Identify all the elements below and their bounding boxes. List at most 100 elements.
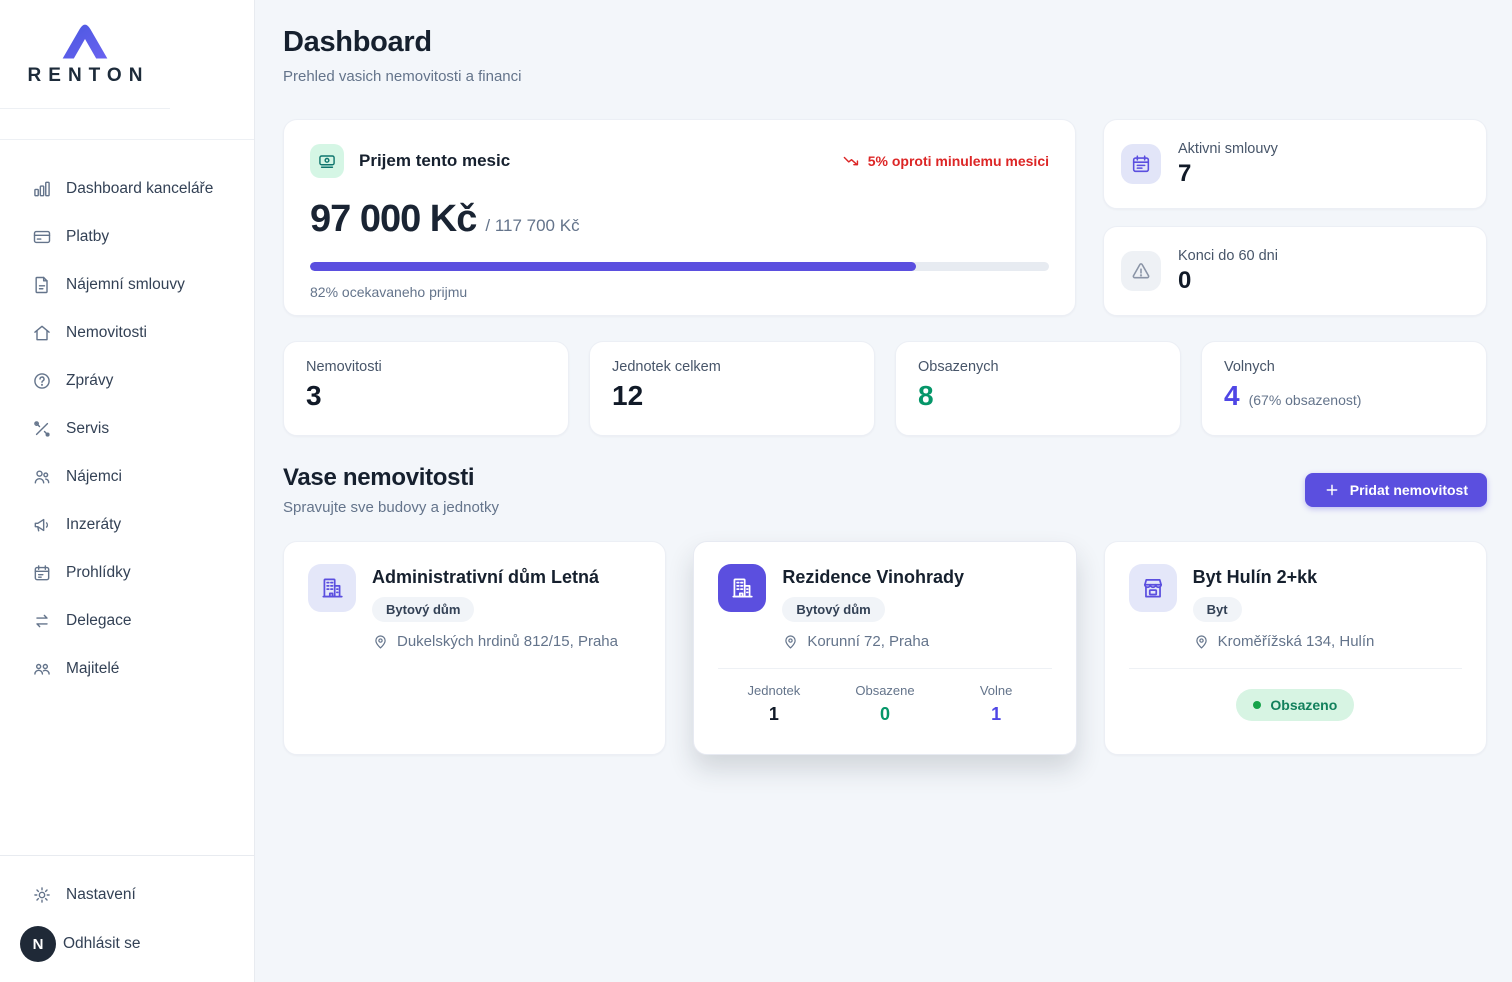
income-amount: 97 000 Kč — [310, 198, 476, 241]
sidebar-item-label: Majitelé — [66, 660, 119, 678]
plus-icon — [1324, 482, 1340, 498]
megaphone-icon — [32, 515, 52, 535]
property-address: Kroměřížská 134, Hulín — [1218, 633, 1375, 650]
sidebar-item-najemni-smlouvy[interactable]: Nájemní smlouvy — [0, 261, 254, 309]
property-name: Byt Hulín 2+kk — [1193, 567, 1375, 588]
sidebar-item-label: Prohlídky — [66, 564, 131, 582]
sidebar-item-nemovitosti[interactable]: Nemovitosti — [0, 309, 254, 357]
status-dot-icon — [1253, 701, 1261, 709]
mini-card-value: 0 — [1178, 267, 1278, 295]
sidebar-footer: Nastavení N Odhlásit se — [0, 855, 254, 982]
brand-logo[interactable]: RENTON — [0, 0, 170, 109]
sidebar-item-label: Delegace — [66, 612, 132, 630]
property-stat-label: Volne — [941, 683, 1052, 698]
property-card-vinohrady[interactable]: Rezidence Vinohrady Bytový dům Korunní 7… — [693, 541, 1076, 755]
property-cards-row: Administrativní dům Letná Bytový dům Duk… — [283, 541, 1487, 755]
help-circle-icon — [32, 371, 52, 391]
sidebar-nav: Dashboard kanceláře Platby Nájemní smlou… — [0, 140, 254, 693]
property-type-badge: Byt — [1193, 597, 1242, 622]
warning-triangle-icon — [1121, 251, 1161, 291]
income-target: / 117 700 Kč — [485, 216, 579, 236]
sidebar-item-dashboard[interactable]: Dashboard kanceláře — [0, 165, 254, 213]
section-subtitle: Spravujte sve budovy a jednotky — [283, 499, 499, 516]
sidebar-item-servis[interactable]: Servis — [0, 405, 254, 453]
add-property-label: Pridat nemovitost — [1350, 482, 1468, 498]
property-card-hulin[interactable]: Byt Hulín 2+kk Byt Kroměřížská 134, Hulí… — [1104, 541, 1487, 755]
income-card: Prijem tento mesic 5% oproti minulemu me… — [283, 119, 1076, 316]
sidebar-item-delegace[interactable]: Delegace — [0, 597, 254, 645]
page-title: Dashboard — [283, 26, 1487, 59]
property-type-badge: Bytový dům — [372, 597, 474, 622]
income-progress-bar — [310, 262, 1049, 271]
stat-value: 8 — [918, 380, 934, 412]
occupied-status-badge: Obsazeno — [1236, 689, 1354, 721]
sidebar-item-logout[interactable]: N Odhlásit se — [0, 918, 254, 970]
home-icon — [32, 323, 52, 343]
stat-label: Nemovitosti — [306, 359, 546, 375]
summary-row: Prijem tento mesic 5% oproti minulemu me… — [283, 119, 1487, 316]
map-pin-icon — [1193, 633, 1210, 650]
add-property-button[interactable]: Pridat nemovitost — [1305, 473, 1487, 507]
stat-label: Jednotek celkem — [612, 359, 852, 375]
sidebar-item-platby[interactable]: Platby — [0, 213, 254, 261]
stat-suffix: (67% obsazenost) — [1249, 392, 1362, 408]
property-stat-value: 0 — [829, 704, 940, 725]
property-address: Korunní 72, Praha — [807, 633, 929, 650]
stat-value: 3 — [306, 380, 322, 412]
property-card-letna[interactable]: Administrativní dům Letná Bytový dům Duk… — [283, 541, 666, 755]
property-name: Administrativní dům Letná — [372, 567, 618, 588]
user-avatar: N — [20, 926, 56, 962]
sidebar-divider — [0, 109, 254, 140]
property-stat-label: Obsazene — [829, 683, 940, 698]
sidebar-item-label: Platby — [66, 228, 109, 246]
mini-cards-column: Aktivni smlouvy 7 Konci do 60 dni 0 — [1103, 119, 1487, 316]
trend-label: 5% oproti minulemu mesici — [868, 153, 1049, 169]
sidebar-item-majitele[interactable]: Majitelé — [0, 645, 254, 693]
property-stat-value: 1 — [941, 704, 1052, 725]
transfer-arrows-icon — [32, 611, 52, 631]
income-card-title: Prijem tento mesic — [359, 151, 510, 171]
sidebar-item-label: Nájemci — [66, 468, 122, 486]
property-name: Rezidence Vinohrady — [782, 567, 964, 588]
mini-card-label: Konci do 60 dni — [1178, 248, 1278, 264]
mini-card-label: Aktivni smlouvy — [1178, 141, 1278, 157]
sidebar-item-label: Nájemní smlouvy — [66, 276, 185, 294]
income-progress-caption: 82% ocekavaneho prijmu — [310, 284, 1049, 300]
map-pin-icon — [782, 633, 799, 650]
renton-logo-icon — [56, 22, 114, 62]
sidebar-item-prohlidky[interactable]: Prohlídky — [0, 549, 254, 597]
sidebar-item-najemci[interactable]: Nájemci — [0, 453, 254, 501]
sidebar-item-nastaveni[interactable]: Nastavení — [0, 872, 254, 918]
brand-name: RENTON — [21, 65, 150, 87]
property-address: Dukelských hrdinů 812/15, Praha — [397, 633, 618, 650]
sidebar-item-inzeraty[interactable]: Inzeráty — [0, 501, 254, 549]
stat-label: Obsazenych — [918, 359, 1158, 375]
calendar-icon — [32, 563, 52, 583]
stats-row: Nemovitosti 3 Jednotek celkem 12 Obsazen… — [283, 341, 1487, 436]
document-icon — [32, 275, 52, 295]
income-progress-fill — [310, 262, 916, 271]
main-content: Dashboard Prehled vasich nemovitosti a f… — [255, 0, 1512, 982]
bar-chart-icon — [32, 179, 52, 199]
section-title: Vase nemovitosti — [283, 464, 499, 492]
sidebar-item-label: Servis — [66, 420, 109, 438]
building-icon — [718, 564, 766, 612]
sidebar: RENTON Dashboard kanceláře Platby Nájemn… — [0, 0, 255, 982]
sidebar-item-label: Nemovitosti — [66, 324, 147, 342]
stat-card-obsazenych: Obsazenych 8 — [895, 341, 1181, 436]
sidebar-item-label: Inzeráty — [66, 516, 121, 534]
building-icon — [308, 564, 356, 612]
property-stat-value: 1 — [718, 704, 829, 725]
gear-icon — [32, 885, 52, 905]
sidebar-item-label: Odhlásit se — [63, 935, 141, 953]
calendar-icon — [1121, 144, 1161, 184]
sidebar-item-zpravy[interactable]: Zprávy — [0, 357, 254, 405]
trend-indicator: 5% oproti minulemu mesici — [842, 152, 1049, 171]
stat-value: 12 — [612, 380, 643, 412]
stat-card-jednotek: Jednotek celkem 12 — [589, 341, 875, 436]
sidebar-item-label: Dashboard kanceláře — [66, 180, 213, 198]
stat-label: Volnych — [1224, 359, 1464, 375]
stat-card-nemovitosti: Nemovitosti 3 — [283, 341, 569, 436]
property-stats: Jednotek 1 Obsazene 0 Volne 1 — [718, 683, 1051, 725]
app-root: RENTON Dashboard kanceláře Platby Nájemn… — [0, 0, 1512, 982]
